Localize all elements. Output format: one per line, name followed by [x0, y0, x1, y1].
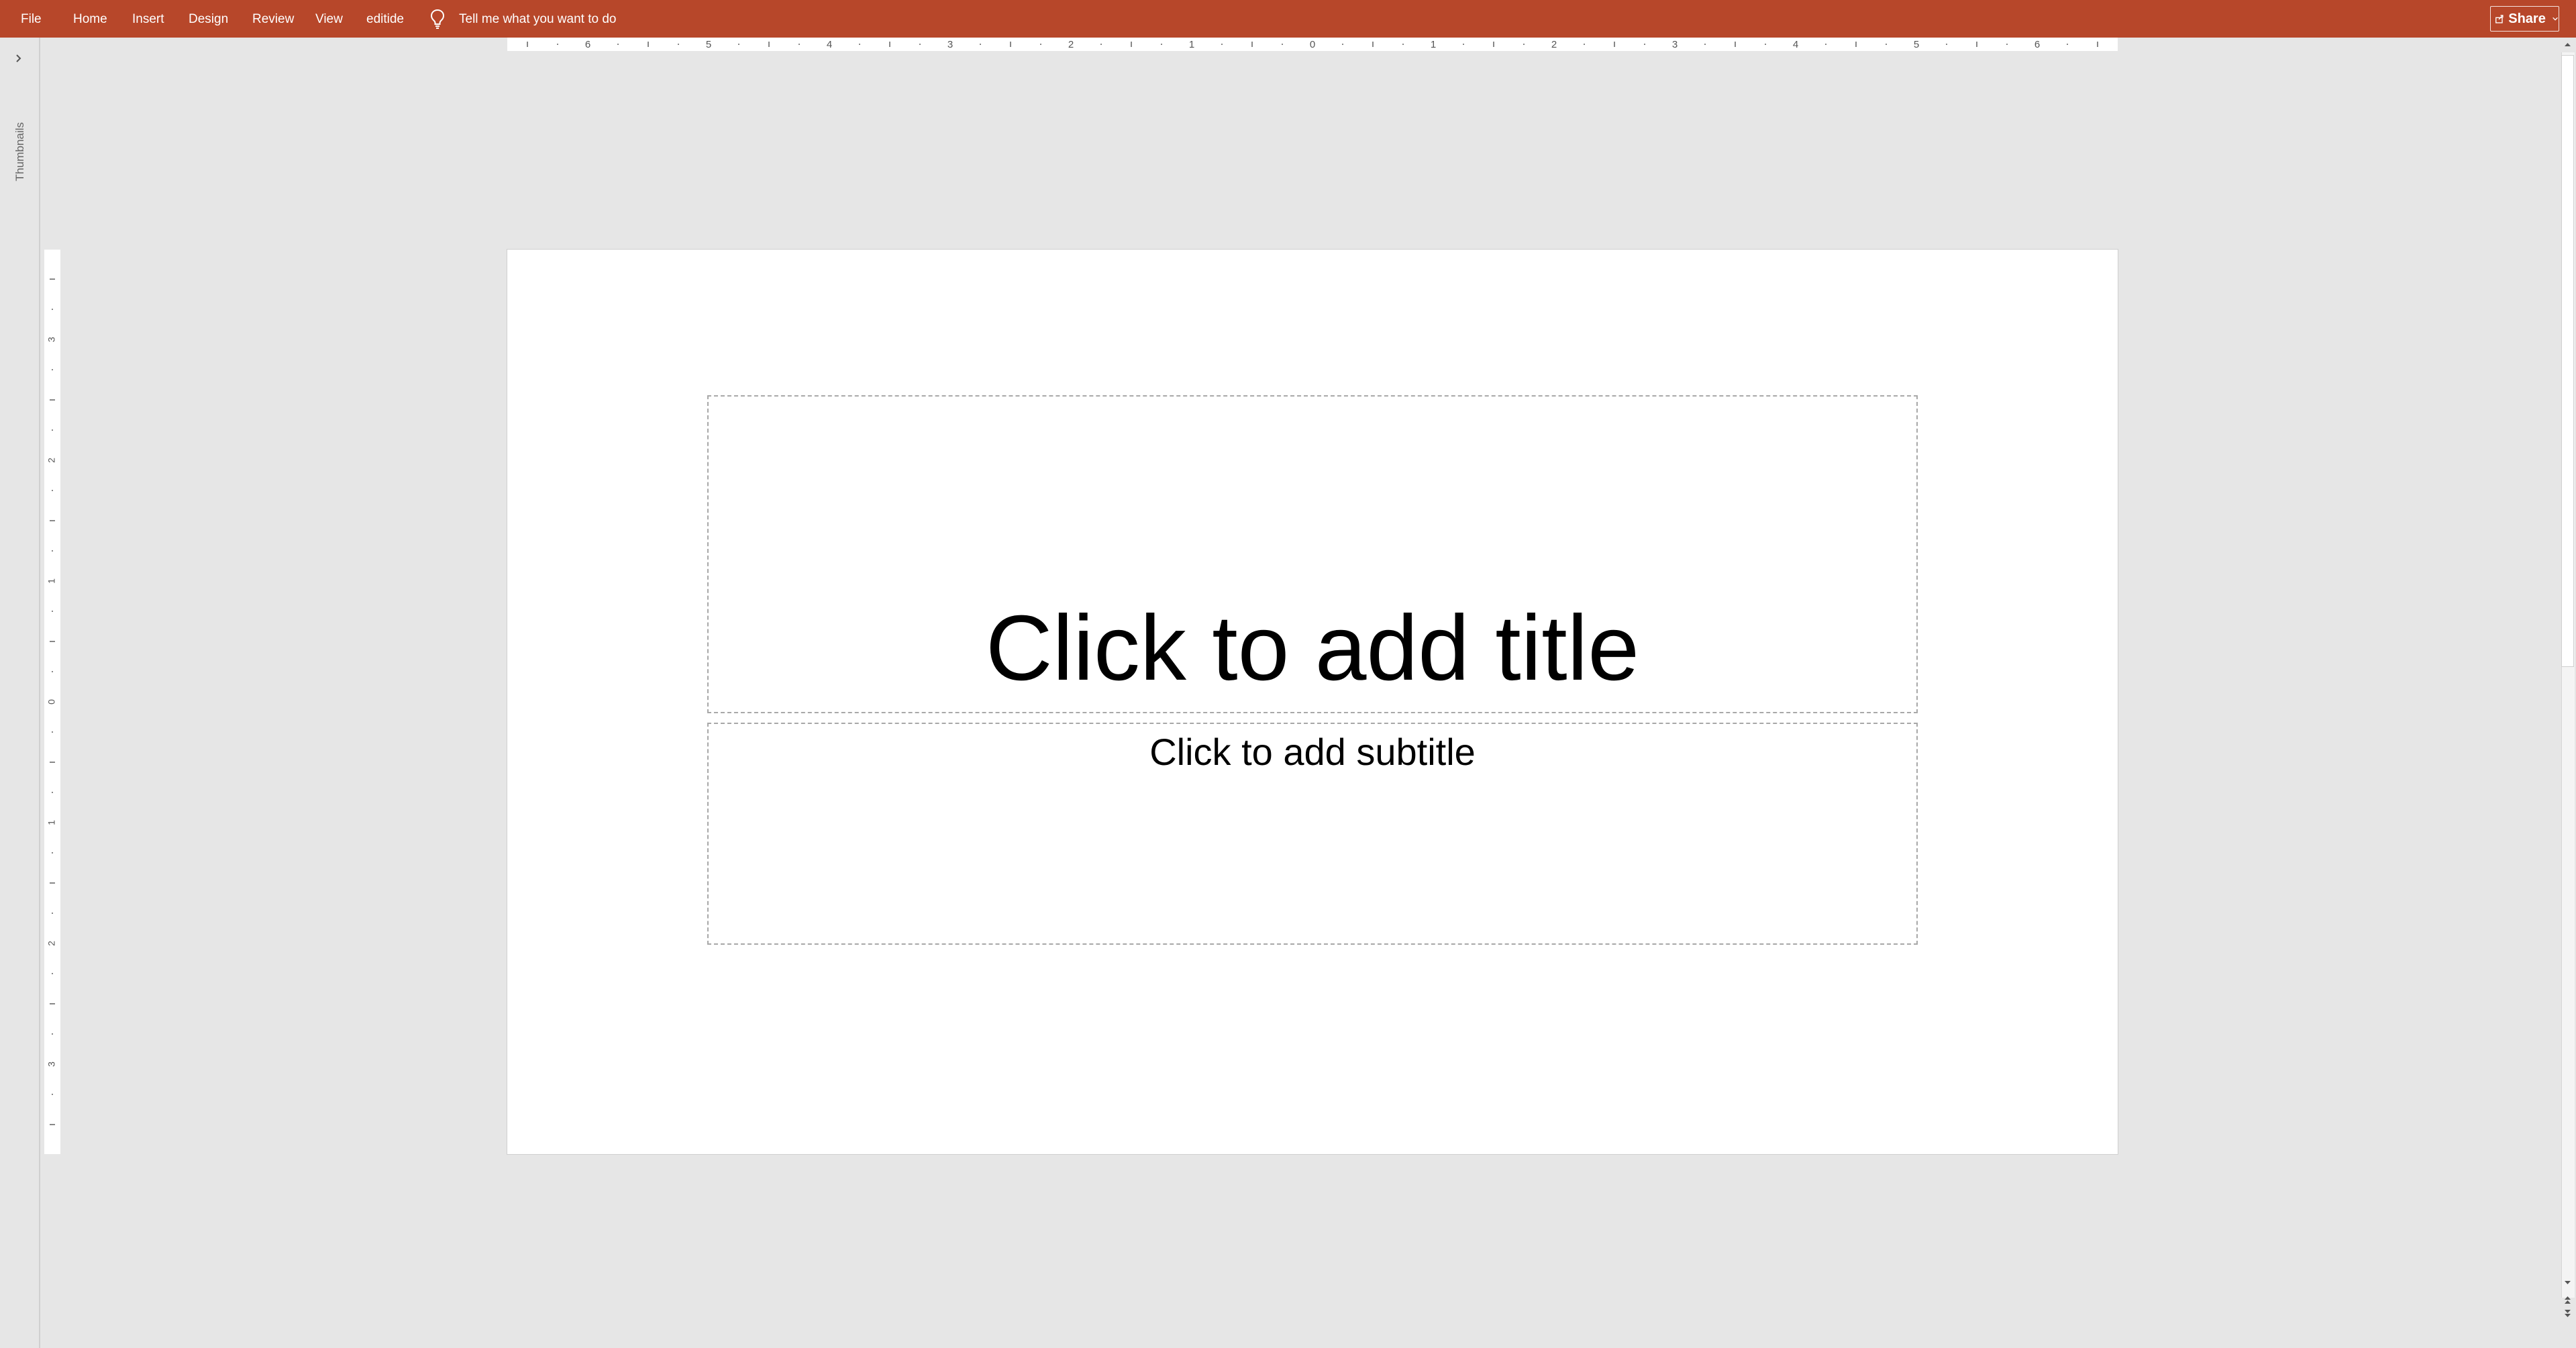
ruler-label: 2: [1551, 39, 1557, 50]
chevron-down-icon: [2553, 17, 2558, 21]
ruler-label: 1: [1431, 39, 1436, 50]
lightbulb-icon[interactable]: [430, 8, 445, 30]
ruler-label: 6: [585, 39, 590, 50]
ruler-label: 5: [1914, 39, 1919, 50]
title-placeholder-text: Click to add title: [985, 597, 1640, 700]
vertical-ruler: 3 2 1 0 1 2 3: [44, 250, 60, 1154]
menu-view[interactable]: View: [315, 0, 343, 38]
ruler-label: 0: [46, 699, 57, 705]
tell-me-search[interactable]: Tell me what you want to do: [459, 0, 616, 38]
title-placeholder[interactable]: Click to add title: [707, 395, 1918, 713]
share-icon: [2495, 15, 2504, 23]
ruler-label: 6: [2034, 39, 2040, 50]
menu-design[interactable]: Design: [189, 0, 228, 38]
horizontal-ruler: 6 5 4 3 2 1 0 1 2 3 4 5 6: [507, 38, 2118, 51]
horizontal-ruler-marks: 6 5 4 3 2 1 0 1 2 3 4 5 6: [527, 39, 2098, 50]
scrollbar-thumb[interactable]: [2561, 55, 2574, 667]
share-button[interactable]: Share: [2490, 6, 2559, 32]
scroll-up-icon[interactable]: [2562, 39, 2573, 51]
ruler-label: 4: [1793, 39, 1798, 50]
chevron-right-icon[interactable]: [13, 52, 24, 65]
ruler-label: 2: [46, 458, 57, 463]
subtitle-placeholder[interactable]: Click to add subtitle: [707, 723, 1918, 945]
ruler-label: 1: [1189, 39, 1194, 50]
slide-canvas[interactable]: Click to add title Click to add subtitle: [507, 250, 2118, 1154]
scroll-down-icon[interactable]: [2562, 1277, 2573, 1289]
ruler-label: 1: [46, 578, 57, 584]
next-slide-icon[interactable]: [2562, 1308, 2573, 1320]
menu-review[interactable]: Review: [252, 0, 294, 38]
vertical-ruler-marks: 3 2 1 0 1 2 3: [46, 278, 57, 1125]
ribbon-bar: File Home Insert Design Review View edit…: [0, 0, 2576, 38]
ruler-label: 2: [1068, 39, 1074, 50]
ruler-label: 4: [827, 39, 832, 50]
thumbnails-pane: Thumbnails: [0, 38, 40, 1348]
subtitle-placeholder-text: Click to add subtitle: [1149, 731, 1476, 773]
ruler-label: 3: [46, 1061, 57, 1067]
share-label: Share: [2508, 11, 2546, 26]
ruler-label: 0: [1310, 39, 1315, 50]
thumbnails-label[interactable]: Thumbnails: [13, 122, 27, 181]
ruler-label: 1: [46, 820, 57, 825]
vertical-scrollbar[interactable]: [2559, 38, 2576, 1348]
menu-insert[interactable]: Insert: [132, 0, 164, 38]
ruler-label: 2: [46, 941, 57, 946]
previous-slide-icon[interactable]: [2562, 1294, 2573, 1306]
ruler-label: 5: [706, 39, 711, 50]
menu-file[interactable]: File: [21, 0, 42, 38]
ruler-label: 3: [1672, 39, 1678, 50]
menu-home[interactable]: Home: [73, 0, 107, 38]
ruler-label: 3: [947, 39, 953, 50]
menu-editide[interactable]: editide: [366, 0, 404, 38]
ruler-label: 3: [46, 337, 57, 342]
